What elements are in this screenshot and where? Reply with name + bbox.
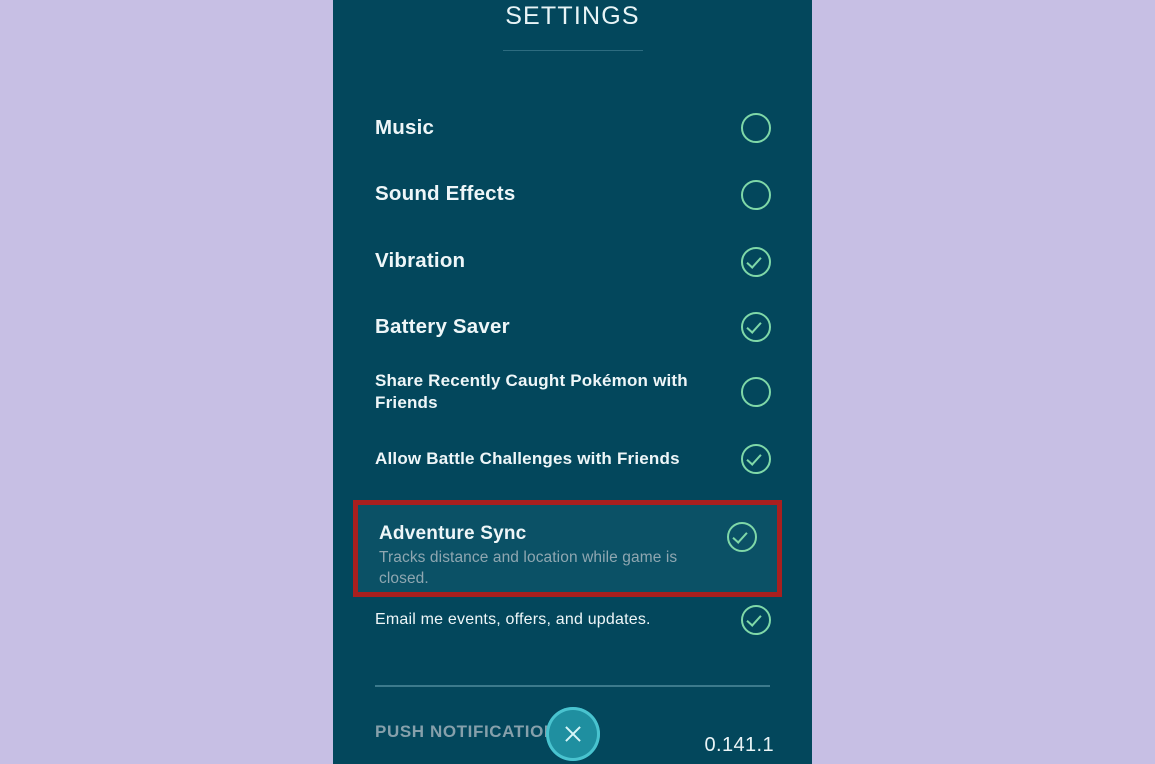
row-label: Sound Effects [375,182,516,206]
version-label: 0.141.1 [704,734,774,756]
adventure-sync-text: Adventure Sync Tracks distance and locat… [379,522,727,590]
setting-row-sound-effects[interactable]: Sound Effects [333,161,812,228]
setting-row-adventure-sync[interactable]: Adventure Sync Tracks distance and locat… [358,505,777,592]
close-x-icon [563,724,583,744]
setting-row-sound-effects-toggle[interactable] [741,179,771,210]
row-text: Allow Battle Challenges with Friends [375,448,741,470]
setting-row-allow-battle-challenges[interactable]: Allow Battle Challenges with Friends [333,425,812,492]
setting-row-allow-battle-challenges-toggle[interactable] [741,443,771,474]
adventure-sync-label: Adventure Sync [379,523,527,544]
settings-panel: SETTINGS Music Sound Effects Vibration Batt… [333,0,812,764]
row-label: Allow Battle Challenges with Friends [375,448,680,468]
row-label: Music [375,115,435,139]
row-label: Email me events, offers, and updates. [375,610,651,628]
setting-row-music[interactable]: Music [333,95,812,161]
page-title: SETTINGS [505,2,640,30]
close-button[interactable] [545,707,600,761]
row-text: Vibration [375,248,741,274]
row-label: Share Recently Caught Pokémon with Frien… [375,371,688,412]
setting-row-share-recently-caught-pokemon[interactable]: Share Recently Caught Pokémon with Frien… [333,359,812,425]
row-text: Battery Saver [375,314,741,340]
setting-row-email-me-events[interactable]: Email me events, offers, and updates. [333,589,812,651]
row-text: Music [375,115,741,141]
adventure-sync-description: Tracks distance and location while game … [379,549,678,587]
adventure-sync-highlight-box: Adventure Sync Tracks distance and locat… [353,500,782,597]
setting-row-music-toggle[interactable] [741,113,771,143]
bottom-divider [375,685,770,687]
push-notifications-label[interactable]: PUSH NOTIFICATIONS [375,722,569,742]
setting-row-share-recently-caught-pokemon-toggle[interactable] [741,377,771,407]
setting-row-battery-saver[interactable]: Battery Saver [333,295,812,359]
row-label: Battery Saver [375,314,510,338]
setting-row-battery-saver-toggle[interactable] [741,312,771,342]
setting-row-vibration-toggle[interactable] [741,246,771,277]
row-label: Vibration [375,249,466,273]
row-text: Share Recently Caught Pokémon with Frien… [375,370,741,414]
title-divider [502,50,643,51]
adventure-sync-toggle[interactable] [727,522,757,552]
row-text: Email me events, offers, and updates. [375,610,741,630]
setting-row-vibration[interactable]: Vibration [333,228,812,295]
setting-row-email-me-events-toggle[interactable] [741,605,771,635]
row-text: Sound Effects [375,181,741,207]
